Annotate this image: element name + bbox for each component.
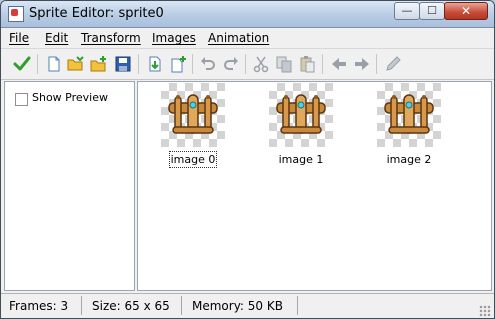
preview-panel: Show Preview [4,81,135,291]
status-separator [297,296,298,315]
open-button[interactable] [67,55,85,73]
status-separator [181,296,182,315]
new-sprite-button[interactable] [45,55,63,73]
import-icon [149,56,161,72]
undo-icon [201,57,215,70]
add-from-file-button[interactable] [90,55,108,73]
plane-sprite-icon [384,94,434,134]
frame-thumbnail[interactable] [161,83,225,147]
status-bar: Frames: 3 Size: 65 x 65 Memory: 50 KB [1,293,494,318]
frame-caption: image 2 [366,153,452,166]
maximize-icon: ☐ [427,4,437,17]
cut-button[interactable] [252,55,270,73]
save-button[interactable] [114,55,132,73]
menu-edit[interactable]: Edit [45,31,68,45]
open-icon [67,56,84,71]
frame-label: image 0 [168,151,218,168]
title-bar[interactable]: Sprite Editor: sprite0 — ☐ ✕ [1,1,494,28]
close-button[interactable]: ✕ [444,2,488,20]
new-frame-icon [171,56,186,73]
copy-button[interactable] [275,55,293,73]
shift-left-button[interactable] [330,55,348,73]
copy-icon [276,56,292,73]
status-memory: Memory: 50 KB [192,299,283,313]
shift-right-button[interactable] [353,55,371,73]
toolbar-separator [37,54,38,74]
resize-grip-icon[interactable] [479,305,491,317]
edit-image-button[interactable] [384,55,402,73]
cut-icon [253,56,269,73]
shift-right-icon [355,58,369,70]
app-icon [8,6,24,22]
plane-sprite-icon [276,94,326,134]
status-separator [81,296,82,315]
toolbar-separator [322,54,323,74]
show-preview-label[interactable]: Show Preview [32,91,108,104]
menu-images[interactable]: Images [152,31,196,45]
minimize-button[interactable]: — [394,2,420,20]
menu-animation[interactable]: Animation [208,31,269,45]
close-icon: ✕ [460,4,472,18]
undo-button[interactable] [199,55,217,73]
new-frame-button[interactable] [169,55,187,73]
toolbar-separator [376,54,377,74]
frame-label: image 2 [386,153,432,166]
status-frames: Frames: 3 [9,299,69,313]
frame-thumbnail[interactable] [377,83,441,147]
frame-caption: image 1 [258,153,344,166]
frame-caption: image 0 [150,151,236,168]
add-from-file-icon [90,56,106,72]
paste-button[interactable] [298,55,316,73]
new-icon [48,56,60,72]
maximize-button[interactable]: ☐ [419,2,445,20]
frame-label: image 1 [278,153,324,166]
toolbar-separator [192,54,193,74]
menu-file[interactable]: File [9,31,29,45]
paste-icon [300,56,315,73]
frames-panel: image 0 image 1 image 2 [137,81,492,291]
confirm-button[interactable] [13,55,31,73]
confirm-icon [13,56,31,71]
shift-left-icon [332,58,346,70]
import-button[interactable] [146,55,164,73]
window-title: Sprite Editor: sprite0 [29,6,164,21]
frame-thumbnail[interactable] [269,83,333,147]
toolbar [1,49,494,80]
redo-icon [224,57,238,70]
toolbar-separator [245,54,246,74]
edit-pencil-icon [386,56,401,71]
toolbar-separator [138,54,139,74]
status-size: Size: 65 x 65 [92,299,170,313]
save-icon [115,56,131,72]
menu-bar: File Edit Transform Images Animation [1,28,494,49]
show-preview-checkbox[interactable] [15,93,28,106]
sprite-editor-window: Sprite Editor: sprite0 — ☐ ✕ File Edit T… [0,0,495,319]
menu-transform[interactable]: Transform [81,31,141,45]
redo-button[interactable] [222,55,240,73]
minimize-icon: — [401,4,413,17]
plane-sprite-icon [168,94,218,134]
